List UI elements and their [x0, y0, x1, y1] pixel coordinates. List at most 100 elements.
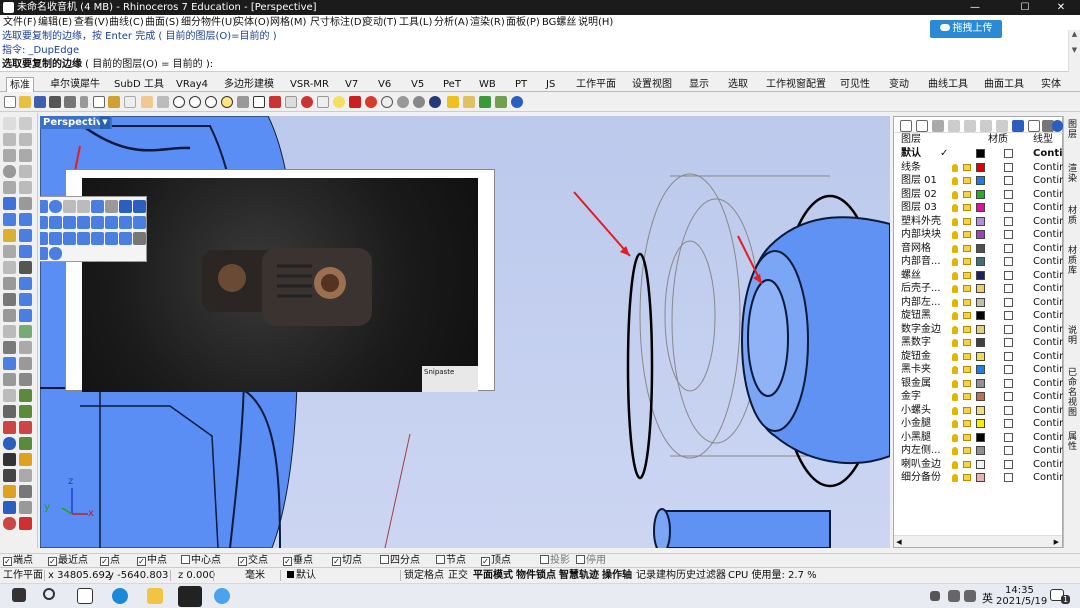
trim-icon[interactable]	[3, 261, 16, 274]
layer-color-swatch[interactable]	[976, 338, 985, 347]
environment-icon[interactable]	[19, 437, 32, 450]
help-icon[interactable]	[1052, 120, 1063, 132]
menu-subd[interactable]: 细分物件(U)	[181, 15, 236, 30]
menu-transform[interactable]: 变动(T)	[363, 15, 397, 30]
side-tab-layers[interactable]: 图层	[1065, 120, 1080, 160]
command-scrollbar[interactable]: ▲ ▼	[1068, 30, 1080, 72]
rebuild-tool-icon[interactable]	[105, 200, 118, 213]
menu-edit[interactable]: 编辑(E)	[38, 15, 72, 30]
tab-set-view[interactable]: 设置视图	[632, 77, 672, 92]
explode-icon[interactable]	[19, 357, 32, 370]
lock-icon[interactable]	[963, 285, 971, 292]
layer-material-swatch[interactable]	[1004, 365, 1013, 374]
menu-mesh[interactable]: 网格(M)	[270, 15, 306, 30]
light-bulb-icon[interactable]	[952, 231, 958, 239]
layer-name[interactable]: 线条	[901, 161, 921, 174]
status-filter[interactable]: 过滤器	[696, 569, 726, 582]
display-icon[interactable]	[3, 437, 16, 450]
bolt-icon[interactable]	[3, 485, 16, 498]
layer-linetype[interactable]: Contir	[1033, 188, 1063, 201]
render-icon[interactable]	[429, 96, 441, 108]
history-icon[interactable]	[3, 453, 16, 466]
task-view-icon[interactable]	[77, 588, 93, 604]
layer-linetype[interactable]: Contir	[1033, 404, 1063, 417]
layer-color-swatch[interactable]	[976, 149, 985, 158]
tab-vray4[interactable]: VRay4	[176, 77, 208, 92]
osnap-toggle[interactable]: ✓ 顶点	[481, 555, 511, 567]
lock-icon[interactable]	[963, 258, 971, 265]
torus-tool-icon[interactable]	[49, 247, 62, 260]
tab-zhuoer[interactable]: 卓尔谟犀牛	[50, 77, 100, 92]
layer-linetype[interactable]: Contir	[1033, 269, 1063, 282]
status-record-history[interactable]: 记录建构历史	[636, 569, 696, 582]
layer-row[interactable]: 黑卡夹 Contir	[894, 363, 1064, 377]
layer-material-swatch[interactable]	[1004, 378, 1013, 388]
blend-tool-icon[interactable]	[77, 216, 90, 229]
lock-icon[interactable]	[963, 420, 971, 427]
checkbox-icon[interactable]: ✓	[100, 557, 109, 566]
status-ortho[interactable]: 正交	[448, 569, 468, 582]
checkbox-icon[interactable]: ✓	[332, 557, 341, 566]
status-grid-snap[interactable]: 锁定格点	[404, 569, 444, 582]
checkbox-icon[interactable]: ✓	[137, 557, 146, 566]
light-bulb-icon[interactable]	[952, 217, 958, 226]
layer-row[interactable]: 小黑腿 Contir	[894, 431, 1064, 445]
properties-icon[interactable]	[3, 469, 16, 482]
layer-material-swatch[interactable]	[1004, 473, 1013, 482]
surface-tool-icon[interactable]	[40, 200, 48, 213]
paste-icon[interactable]	[108, 96, 120, 108]
select-icon[interactable]	[301, 96, 313, 108]
lock-icon[interactable]	[963, 312, 971, 319]
tab-visibility[interactable]: 可见性	[840, 77, 870, 92]
move-up-icon[interactable]	[948, 120, 960, 132]
lock-icon[interactable]	[963, 366, 971, 373]
side-tab-material-library[interactable]: 材质库	[1065, 246, 1080, 294]
layer-row[interactable]: 塑料外壳 Contir	[894, 215, 1064, 229]
solid-icon[interactable]	[19, 229, 32, 242]
array-icon[interactable]	[19, 293, 32, 306]
lock-icon[interactable]	[963, 406, 971, 414]
layer-row[interactable]: 银金属 Contir	[894, 377, 1064, 391]
side-tab-properties[interactable]: 属性	[1065, 432, 1080, 468]
split-icon[interactable]	[19, 261, 32, 274]
light-bulb-icon[interactable]	[952, 393, 958, 401]
sweep-tool-icon[interactable]	[105, 216, 118, 229]
rhino-taskbar-icon[interactable]	[178, 586, 202, 607]
layer-linetype[interactable]: Contir	[1033, 215, 1063, 228]
layer-linetype[interactable]: Conti	[1033, 147, 1063, 160]
layer-linetype[interactable]: Contir	[1033, 296, 1063, 309]
orient-icon[interactable]	[3, 389, 16, 402]
layer-name[interactable]: 后壳子...	[901, 282, 941, 295]
light-bulb-icon[interactable]	[952, 285, 958, 293]
layer-color-swatch[interactable]	[976, 459, 985, 469]
light-bulb-icon[interactable]	[952, 204, 958, 212]
layer-name[interactable]: 旋钮黑	[901, 309, 931, 322]
layer-color-swatch[interactable]	[976, 419, 985, 428]
layer-color-swatch[interactable]	[976, 270, 985, 280]
light-bulb-icon[interactable]	[952, 433, 958, 442]
layer-linetype[interactable]: Contir	[1033, 471, 1063, 484]
circle-icon[interactable]	[3, 165, 16, 178]
layer-linetype[interactable]: Contir	[1033, 377, 1063, 390]
layer-row[interactable]: 细分备份 Contir	[894, 471, 1064, 485]
layer-name[interactable]: 小螺头	[901, 404, 931, 417]
lock-icon[interactable]	[963, 460, 971, 468]
layer-linetype[interactable]: Contir	[1033, 174, 1063, 187]
layer-state-icon[interactable]	[1028, 120, 1040, 132]
mesh-icon[interactable]	[3, 245, 16, 258]
layer-material-swatch[interactable]	[1004, 243, 1013, 253]
lock-icon[interactable]	[963, 190, 971, 198]
layer-color-swatch[interactable]	[976, 473, 985, 482]
light-bulb-icon[interactable]	[952, 379, 958, 388]
layer-linetype[interactable]: Contir	[1033, 255, 1063, 268]
layer-material-swatch[interactable]	[1004, 284, 1013, 293]
layer-material-swatch[interactable]	[1004, 459, 1013, 469]
measure-icon[interactable]	[19, 485, 32, 498]
light-bulb-icon[interactable]	[952, 325, 958, 334]
ime-indicator[interactable]: 英	[982, 590, 993, 606]
tab-v7[interactable]: V7	[345, 77, 358, 92]
light-bulb-icon[interactable]	[952, 352, 958, 361]
offset-tool-icon[interactable]	[40, 232, 48, 245]
checkbox-icon[interactable]	[181, 555, 190, 564]
lock-icon[interactable]	[963, 244, 971, 252]
